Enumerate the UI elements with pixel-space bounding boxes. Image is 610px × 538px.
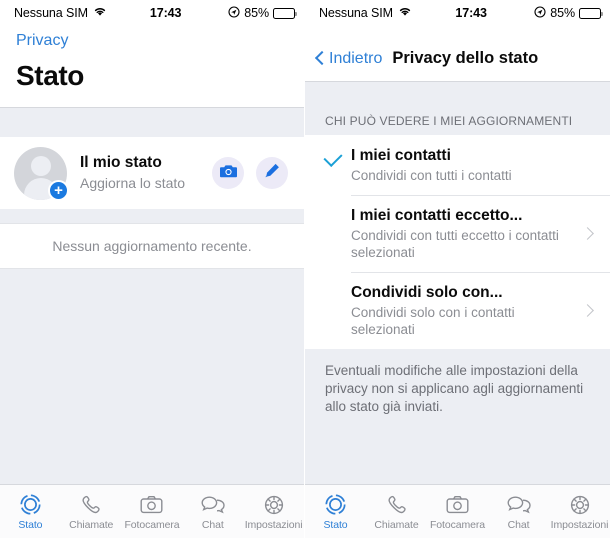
status-rings-icon	[19, 493, 42, 517]
status-action-buttons	[212, 157, 290, 189]
battery-icon	[273, 7, 297, 19]
status-bar-left: Nessuna SIM	[14, 6, 107, 20]
chevron-right-icon	[582, 227, 596, 241]
wifi-icon	[93, 6, 107, 20]
pencil-icon	[263, 162, 281, 185]
privacy-footer-note: Eventuali modifiche alle impostazioni de…	[305, 349, 610, 426]
camera-icon	[446, 493, 469, 517]
tab-label: Impostazioni	[550, 518, 609, 531]
status-bar: Nessuna SIM 17:43 85%	[0, 0, 304, 26]
my-status-subtitle: Aggiorna lo stato	[80, 175, 186, 191]
tab-label: Stato	[323, 518, 348, 531]
battery-icon	[579, 7, 603, 19]
tab-chiamate[interactable]: Chiamate	[61, 485, 122, 538]
check-slot	[325, 206, 351, 210]
left-phone-screen: Nessuna SIM 17:43 85% Privacy Stato + Il…	[0, 0, 305, 538]
back-button[interactable]: Indietro	[315, 50, 382, 68]
tab-label: Chiamate	[69, 518, 114, 531]
privacy-options-list: I miei contatti Condividi con tutti i co…	[305, 135, 610, 349]
camera-icon	[140, 493, 163, 517]
option-texts: I miei contatti eccetto... Condividi con…	[351, 206, 582, 261]
option-title: Condividi solo con...	[351, 284, 503, 301]
check-slot	[323, 146, 351, 168]
carrier-label: Nessuna SIM	[319, 6, 393, 20]
location-services-icon	[228, 5, 240, 21]
carrier-label: Nessuna SIM	[14, 6, 88, 20]
privacy-back-link[interactable]: Privacy	[16, 30, 68, 52]
left-content: + Il mio stato Aggiorna lo stato Nessun …	[0, 108, 304, 484]
option-texts: I miei contatti Condividi con tutti i co…	[351, 146, 596, 184]
option-title: I miei contatti	[351, 147, 451, 164]
option-title: I miei contatti eccetto...	[351, 207, 523, 224]
left-nav-bar: Privacy Stato	[0, 26, 304, 108]
tab-label: Chat	[201, 518, 224, 531]
gear-icon	[569, 493, 591, 517]
add-status-badge[interactable]: +	[48, 179, 69, 201]
tab-fotocamera[interactable]: Fotocamera	[122, 485, 183, 538]
location-services-icon	[534, 5, 546, 21]
gear-icon	[263, 493, 285, 517]
status-rings-icon	[324, 493, 347, 517]
check-slot	[325, 283, 351, 287]
tab-label: Impostazioni	[244, 518, 303, 531]
tab-impostazioni[interactable]: Impostazioni	[549, 485, 610, 538]
edit-status-button[interactable]	[256, 157, 288, 189]
my-status-row[interactable]: + Il mio stato Aggiorna lo stato	[0, 137, 304, 209]
option-row-share-only-with[interactable]: Condividi solo con... Condividi solo con…	[305, 272, 610, 349]
my-status-texts: Il mio stato Aggiorna lo stato	[67, 153, 212, 193]
status-bar: Nessuna SIM 17:43 85%	[305, 0, 610, 26]
right-nav-bar: Indietro Privacy dello stato	[305, 26, 610, 82]
clock-label: 17:43	[455, 6, 487, 20]
camera-icon	[219, 163, 238, 184]
tab-label: Chat	[507, 518, 530, 531]
right-phone-screen: Nessuna SIM 17:43 85% Indietro Privacy d…	[305, 0, 610, 538]
option-texts: Condividi solo con... Condividi solo con…	[351, 283, 582, 338]
option-row-my-contacts[interactable]: I miei contatti Condividi con tutti i co…	[305, 135, 610, 195]
chat-bubbles-icon	[201, 493, 225, 517]
tab-stato[interactable]: Stato	[0, 485, 61, 538]
page-title: Stato	[16, 60, 85, 91]
phone-icon	[80, 493, 102, 517]
right-content: CHI PUÒ VEDERE I MIEI AGGIORNAMENTI I mi…	[305, 82, 610, 484]
option-subtitle: Condividi solo con i contatti selezionat…	[351, 305, 515, 337]
my-status-title: Il mio stato	[80, 154, 162, 171]
battery-percent-label: 85%	[244, 6, 269, 20]
option-subtitle: Condividi con tutti i contatti	[351, 168, 512, 183]
tab-label: Chiamate	[374, 518, 419, 531]
tab-chat[interactable]: Chat	[182, 485, 243, 538]
avatar[interactable]: +	[14, 146, 69, 201]
wifi-icon	[398, 6, 412, 20]
chevron-right-icon	[582, 304, 596, 318]
chevron-left-icon	[315, 50, 326, 68]
phone-icon	[386, 493, 408, 517]
mid-spacer	[0, 209, 304, 223]
back-label: Indietro	[329, 49, 383, 67]
clock-label: 17:43	[149, 6, 182, 20]
tab-label: Stato	[18, 518, 43, 531]
tab-chat[interactable]: Chat	[488, 485, 549, 538]
page-title: Privacy dello stato	[392, 49, 539, 67]
tab-label: Fotocamera	[429, 518, 486, 531]
checkmark-icon	[323, 147, 343, 168]
status-bar-left: Nessuna SIM	[319, 6, 412, 20]
battery-percent-label: 85%	[550, 6, 575, 20]
empty-updates-label: Nessun aggiornamento recente.	[52, 238, 252, 254]
section-header: CHI PUÒ VEDERE I MIEI AGGIORNAMENTI	[305, 82, 610, 135]
empty-updates-row: Nessun aggiornamento recente.	[0, 223, 304, 269]
dual-screenshot-container: Nessuna SIM 17:43 85% Privacy Stato + Il…	[0, 0, 610, 538]
tab-stato[interactable]: Stato	[305, 485, 366, 538]
option-subtitle: Condividi con tutti eccetto i contatti s…	[351, 228, 559, 260]
tab-impostazioni[interactable]: Impostazioni	[243, 485, 304, 538]
option-row-my-contacts-except[interactable]: I miei contatti eccetto... Condividi con…	[305, 195, 610, 272]
tab-label: Fotocamera	[124, 518, 180, 531]
tab-fotocamera[interactable]: Fotocamera	[427, 485, 488, 538]
top-spacer	[0, 108, 304, 137]
chat-bubbles-icon	[506, 493, 531, 517]
left-tab-bar: Stato Chiamate Fotocamera Chat Impostazi…	[0, 484, 304, 538]
camera-button[interactable]	[212, 157, 244, 189]
status-bar-right: 85%	[534, 5, 603, 21]
tab-chiamate[interactable]: Chiamate	[366, 485, 427, 538]
status-bar-right: 85%	[228, 5, 297, 21]
right-tab-bar: Stato Chiamate Fotocamera Chat Impostazi…	[305, 484, 610, 538]
